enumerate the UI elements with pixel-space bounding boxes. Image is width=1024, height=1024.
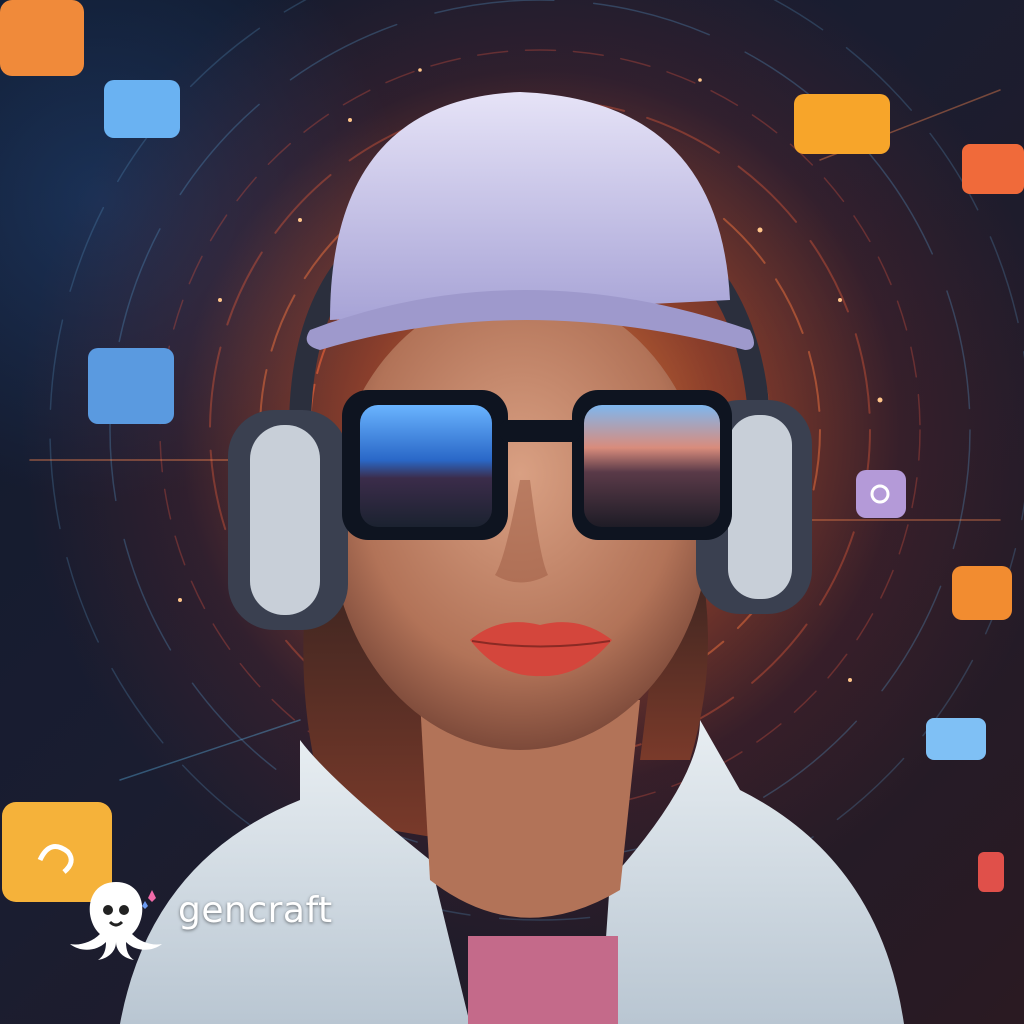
purple-app-icon xyxy=(856,470,906,518)
shirt xyxy=(468,936,618,1024)
orange-app-icon xyxy=(0,0,84,76)
gencraft-watermark: gencraft xyxy=(66,876,366,960)
blue-app-icon xyxy=(104,80,180,138)
orange-app-icon xyxy=(952,566,1012,620)
blue-app-icon xyxy=(926,718,986,760)
amber-app-icon xyxy=(794,94,890,154)
artwork-svg xyxy=(0,0,1024,1024)
octopus-icon xyxy=(70,882,162,960)
brand-name: gencraft xyxy=(178,890,333,931)
blue-app-icon xyxy=(88,348,174,424)
generated-artwork: gencraft xyxy=(0,0,1024,1024)
red-orange-app-icon xyxy=(962,144,1024,194)
